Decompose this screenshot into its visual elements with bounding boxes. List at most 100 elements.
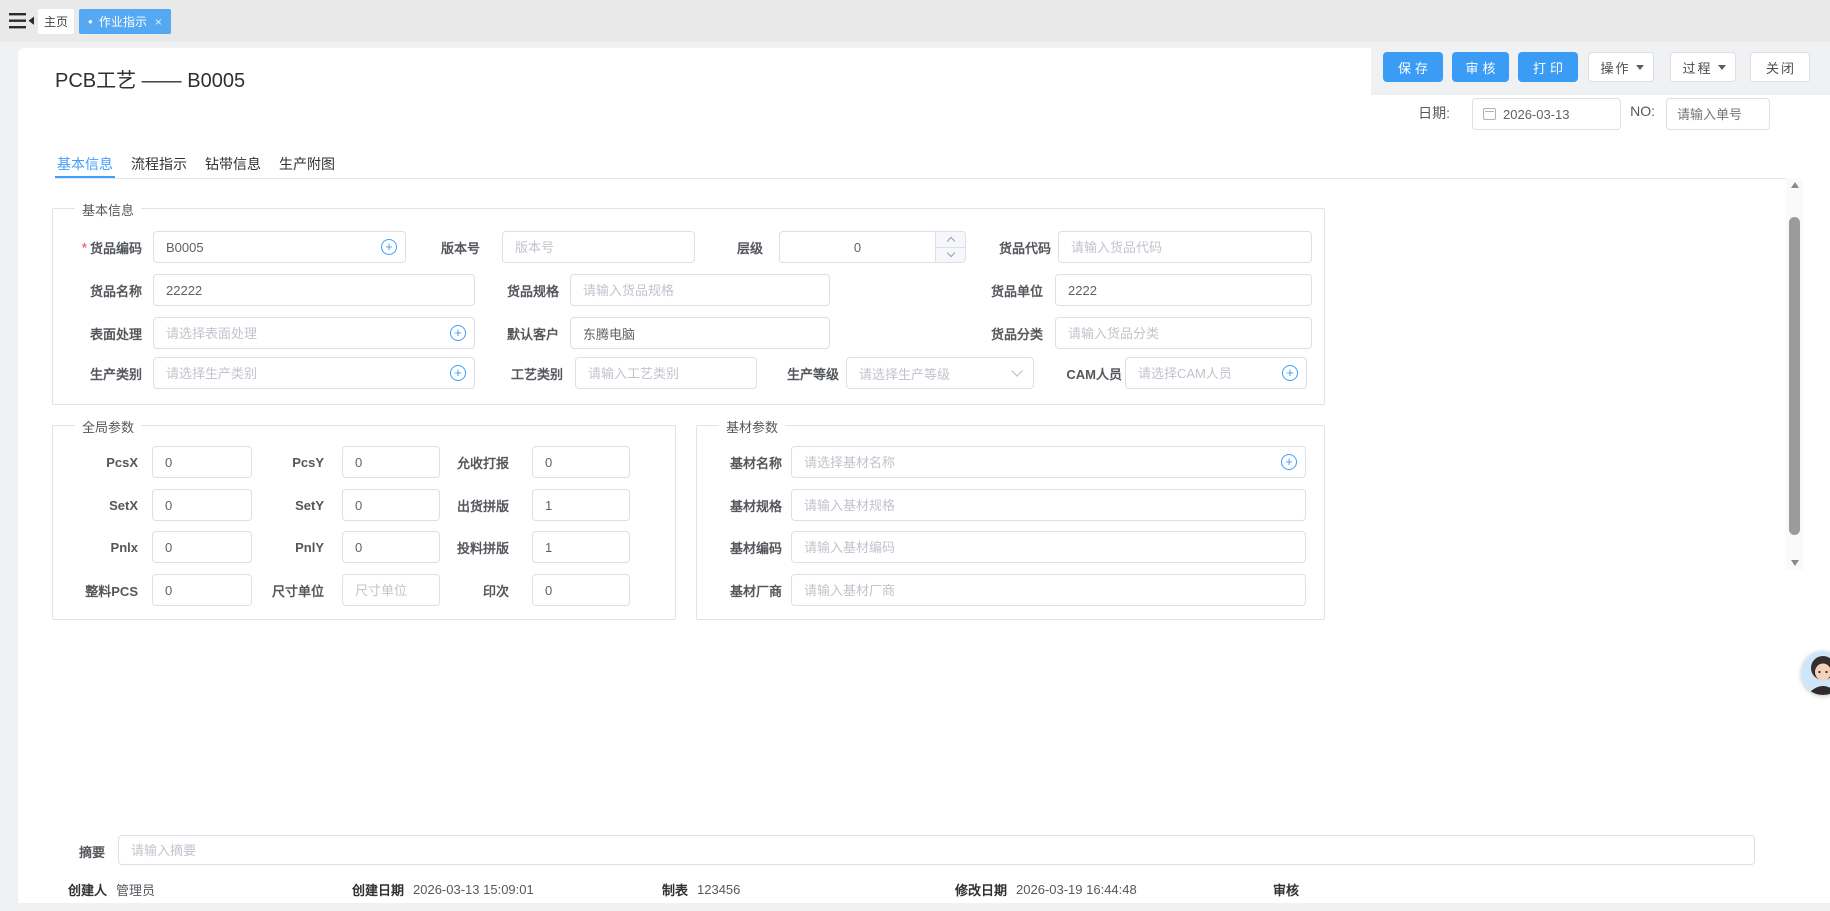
tab-flow-guide[interactable]: 流程指示 [129, 154, 189, 178]
print-times-input[interactable] [532, 574, 630, 606]
layer-field [779, 231, 966, 263]
material-name-input[interactable] [791, 446, 1306, 478]
tab-job-instruction-label: 作业指示 [99, 13, 147, 30]
feed-panel-input[interactable] [532, 531, 630, 563]
add-circle-icon[interactable]: + [450, 365, 466, 381]
goods-class-field [1055, 317, 1312, 349]
goods-unit-input[interactable] [1055, 274, 1312, 306]
operate-label: 操作 [1598, 58, 1630, 77]
scrollbar-thumb[interactable] [1789, 217, 1800, 535]
sety-input[interactable] [342, 489, 440, 521]
surface-label: 表面处理 [53, 317, 142, 349]
assistant-avatar[interactable] [1801, 651, 1830, 695]
add-circle-icon[interactable]: + [450, 325, 466, 341]
size-unit-input[interactable] [342, 574, 440, 606]
pcsy-input[interactable] [342, 446, 440, 478]
close-button[interactable]: 关闭 [1750, 52, 1810, 82]
tab-drill-info[interactable]: 钻带信息 [203, 154, 263, 178]
whole-pcs-label: 整料PCS [53, 574, 138, 606]
customer-input[interactable] [570, 317, 830, 349]
vertical-scrollbar[interactable] [1786, 178, 1803, 570]
summary-label: 摘要 [58, 842, 105, 861]
material-code-label: 基材编码 [697, 531, 782, 563]
no-field[interactable] [1666, 98, 1770, 130]
scroll-up-icon[interactable] [1786, 178, 1803, 192]
tab-basic-info[interactable]: 基本信息 [55, 154, 115, 178]
tab-job-instruction[interactable]: ● 作业指示 × [79, 9, 171, 34]
prod-type-input[interactable] [153, 357, 475, 389]
group-basic-legend: 基本信息 [75, 200, 141, 219]
pnlx-label: Pnlx [53, 531, 138, 563]
ship-panel-input[interactable] [532, 489, 630, 521]
scroll-down-icon[interactable] [1786, 556, 1803, 570]
goods-id-label: 货品代码 [966, 231, 1051, 263]
whole-pcs-input[interactable] [152, 574, 252, 606]
material-spec-input[interactable] [791, 489, 1306, 521]
summary-input[interactable] [118, 835, 1755, 865]
surface-field: + [153, 317, 475, 349]
add-circle-icon[interactable]: + [381, 239, 397, 255]
summary-field [118, 835, 1755, 865]
creator-label: 创建人 [68, 880, 107, 899]
material-vendor-input[interactable] [791, 574, 1306, 606]
number-spinner [935, 232, 965, 262]
group-material-params: 基材参数 基材名称 + 基材规格 基材编码 基材厂商 [696, 425, 1325, 620]
version-field [502, 231, 695, 263]
pnly-input[interactable] [342, 531, 440, 563]
spinner-down-icon[interactable] [936, 248, 965, 263]
goods-unit-field [1055, 274, 1312, 306]
material-vendor-label: 基材厂商 [697, 574, 782, 606]
material-code-field [791, 531, 1306, 563]
material-spec-label: 基材规格 [697, 489, 782, 521]
main-panel: PCB工艺 —— B0005 保存 审核 打印 操作 过程 关闭 日期: NO:… [18, 48, 1830, 903]
version-label: 版本号 [406, 231, 480, 263]
surface-input[interactable] [153, 317, 475, 349]
goods-name-label: 货品名称 [53, 274, 142, 306]
spinner-up-icon[interactable] [936, 232, 965, 248]
sety-label: SetY [252, 489, 324, 521]
prod-type-label: 生产类别 [53, 357, 142, 389]
group-global-params: 全局参数 PcsX PcsY 允收打报 SetX SetY 出货拼版 Pnlx … [52, 425, 676, 620]
modified-date-label: 修改日期 [955, 880, 1007, 899]
tabulate-label: 制表 [662, 880, 688, 899]
goods-code-input[interactable] [153, 231, 406, 263]
print-button[interactable]: 打印 [1518, 52, 1578, 82]
add-circle-icon[interactable]: + [1282, 365, 1298, 381]
accept-input[interactable] [532, 446, 630, 478]
process-dropdown-button[interactable]: 过程 [1670, 52, 1736, 82]
craft-type-field [575, 357, 757, 389]
goods-id-input[interactable] [1058, 231, 1312, 263]
date-field[interactable] [1472, 98, 1621, 130]
goods-name-input[interactable] [153, 274, 475, 306]
no-input[interactable] [1677, 107, 1759, 122]
prod-grade-placeholder: 请选择生产等级 [859, 364, 1013, 383]
audit-button[interactable]: 审核 [1452, 52, 1509, 82]
chevron-down-icon [1011, 365, 1022, 376]
cam-person-input[interactable] [1125, 357, 1307, 389]
cam-person-field: + [1125, 357, 1307, 389]
cam-person-label: CAM人员 [1034, 357, 1122, 389]
goods-class-input[interactable] [1055, 317, 1312, 349]
tab-prod-figure[interactable]: 生产附图 [277, 154, 337, 178]
layer-label: 层级 [695, 231, 763, 263]
material-vendor-field [791, 574, 1306, 606]
setx-input[interactable] [152, 489, 252, 521]
menu-fold-icon[interactable] [9, 12, 35, 30]
add-circle-icon[interactable]: + [1281, 454, 1297, 470]
operate-dropdown-button[interactable]: 操作 [1588, 52, 1654, 82]
pcsx-input[interactable] [152, 446, 252, 478]
version-input[interactable] [502, 231, 695, 263]
prod-grade-select[interactable]: 请选择生产等级 [846, 357, 1034, 389]
toolbar: 保存 审核 打印 操作 过程 关闭 [1371, 48, 1830, 95]
craft-type-input[interactable] [575, 357, 757, 389]
goods-spec-input[interactable] [570, 274, 830, 306]
goods-spec-label: 货品规格 [475, 274, 559, 306]
material-code-input[interactable] [791, 531, 1306, 563]
close-tab-icon[interactable]: × [155, 15, 162, 29]
date-input[interactable] [1503, 107, 1610, 122]
save-button[interactable]: 保存 [1383, 52, 1443, 82]
goods-unit-label: 货品单位 [830, 274, 1043, 306]
pnlx-input[interactable] [152, 531, 252, 563]
tab-home[interactable]: 主页 [38, 9, 74, 34]
calendar-icon [1483, 108, 1496, 120]
